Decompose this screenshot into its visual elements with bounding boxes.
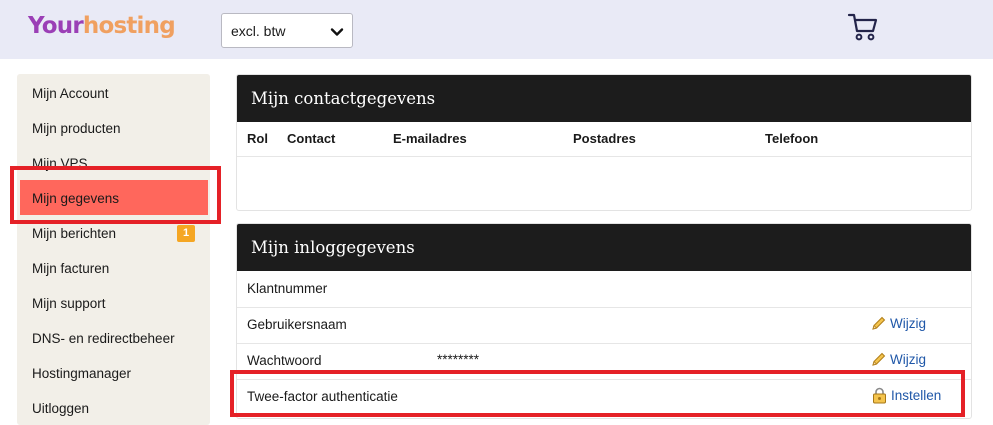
contact-details-panel: Mijn contactgegevens Rol Contact E-maila… (236, 74, 972, 211)
yourhosting-logo[interactable]: Yourhosting (28, 11, 176, 41)
vat-select-value: excl. btw (231, 23, 286, 39)
settings-padlock-icon (873, 387, 886, 404)
sidebar-item-mijn-account[interactable]: Mijn Account (17, 75, 210, 110)
password-masked-value: ******** (437, 352, 480, 367)
login-panel-title: Mijn inloggegevens (237, 224, 971, 271)
sidebar-item-mijn-support[interactable]: Mijn support (17, 285, 210, 320)
sidebar-item-dns-redirectbeheer[interactable]: DNS- en redirectbeheer (17, 320, 210, 355)
sidebar-item-mijn-vps[interactable]: Mijn VPS (17, 145, 210, 180)
sidebar-item-mijn-facturen[interactable]: Mijn facturen (17, 250, 210, 285)
edit-password-link[interactable]: Wijzig (871, 351, 926, 367)
pencil-icon (872, 352, 886, 366)
table-row-wachtwoord: Wachtwoord ******** Wijzig (237, 343, 971, 379)
pencil-icon (872, 316, 886, 330)
row-label: Gebruikersnaam (247, 317, 347, 332)
row-label: Klantnummer (247, 281, 328, 296)
column-header-contact: Contact (287, 131, 336, 146)
column-header-email: E-mailadres (393, 131, 467, 146)
table-row-gebruikersnaam: Gebruikersnaam Wijzig (237, 307, 971, 343)
top-header: Yourhosting excl. btw (0, 0, 993, 59)
column-header-postadres: Postadres (573, 131, 636, 146)
shopping-cart-icon[interactable] (847, 12, 879, 42)
sidebar-item-uitloggen[interactable]: Uitloggen (17, 390, 210, 425)
table-row-klantnummer: Klantnummer (237, 271, 971, 307)
column-header-telefoon: Telefoon (765, 131, 819, 146)
vat-select[interactable]: excl. btw (221, 13, 353, 48)
login-details-panel: Mijn inloggegevens Klantnummer Gebruiker… (236, 223, 972, 419)
sidebar-item-mijn-berichten[interactable]: Mijn berichten 1 (17, 215, 210, 250)
sidebar-item-mijn-gegevens[interactable]: Mijn gegevens (20, 180, 208, 215)
row-label: Twee-factor authenticatie (247, 389, 398, 404)
sidebar-item-mijn-producten[interactable]: Mijn producten (17, 110, 210, 145)
account-sidebar: Mijn Account Mijn producten Mijn VPS Mij… (17, 74, 210, 425)
column-header-rol: Rol (247, 131, 268, 146)
setup-2fa-link[interactable]: Instellen (871, 387, 941, 404)
unread-count-badge: 1 (177, 225, 195, 242)
contact-panel-title: Mijn contactgegevens (237, 75, 971, 122)
sidebar-item-hostingmanager[interactable]: Hostingmanager (17, 355, 210, 390)
chevron-down-icon (330, 28, 344, 36)
edit-username-link[interactable]: Wijzig (871, 315, 926, 331)
table-row-twee-factor: Twee-factor authenticatie Instellen (237, 379, 971, 415)
divider (237, 156, 971, 157)
row-label: Wachtwoord (247, 353, 322, 368)
